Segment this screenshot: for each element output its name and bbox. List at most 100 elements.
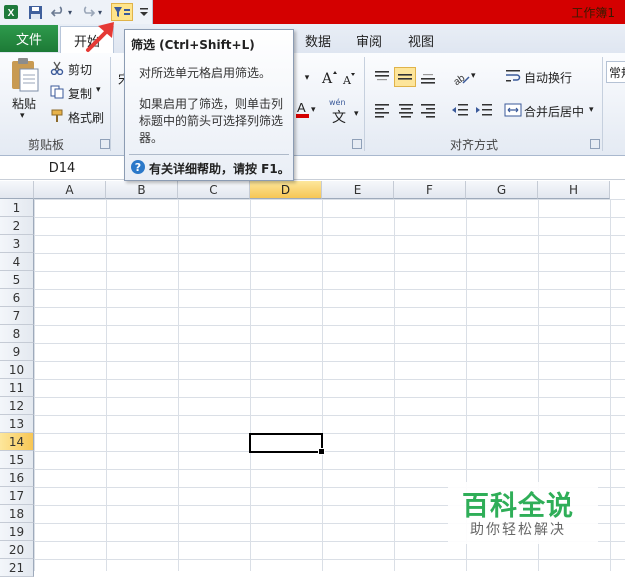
phonetic-dropdown-icon[interactable]: ▾	[354, 109, 359, 119]
tooltip-help-text: 有关详细帮助，请按 F1。	[149, 162, 290, 176]
watermark-title: 百科全说	[462, 491, 574, 522]
phonetic-char: 文	[332, 110, 346, 126]
red-arrow-icon	[86, 22, 114, 52]
font-color-dropdown-icon[interactable]: ▾	[311, 105, 316, 115]
svg-text:A: A	[297, 100, 306, 115]
row-header-16[interactable]: 16	[0, 469, 34, 487]
column-header-e[interactable]: E	[322, 181, 394, 199]
phonetic-icon[interactable]: wén 文	[328, 98, 354, 126]
row-header-8[interactable]: 8	[0, 325, 34, 343]
tab-review[interactable]: 审阅	[356, 31, 382, 50]
name-box[interactable]: D14	[0, 157, 125, 179]
number-format-label: 常规	[609, 66, 625, 80]
increase-indent-icon[interactable]	[474, 101, 494, 119]
excel-icon[interactable]: X	[2, 3, 20, 21]
ribbon: 粘贴 ▾ 剪切 复制 ▾ 格式刷 剪贴板 宋 ▾ A A A ▾ wén 文 ▾	[0, 53, 625, 156]
alignment-group-label: 对齐方式	[450, 138, 499, 152]
alignment-launcher-icon[interactable]	[590, 139, 600, 149]
row-header-20[interactable]: 20	[0, 541, 34, 559]
active-cell[interactable]	[249, 433, 325, 455]
row-header-4[interactable]: 4	[0, 253, 34, 271]
copy-dropdown-icon[interactable]: ▾	[96, 85, 101, 95]
format-painter-icon[interactable]	[50, 109, 64, 123]
help-icon: ?	[131, 160, 145, 174]
cut-button[interactable]: 剪切	[68, 61, 92, 78]
row-header-15[interactable]: 15	[0, 451, 34, 469]
decrease-indent-icon[interactable]	[450, 101, 470, 119]
orientation-icon[interactable]: ab	[450, 67, 472, 88]
row-header-11[interactable]: 11	[0, 379, 34, 397]
increase-font-icon[interactable]: A	[320, 68, 338, 87]
row-header-17[interactable]: 17	[0, 487, 34, 505]
filter-tooltip: 筛选 (Ctrl+Shift+L) 对所选单元格启用筛选。 如果启用了筛选，则单…	[124, 29, 294, 181]
column-header-a[interactable]: A	[34, 181, 106, 199]
row-header-14[interactable]: 14	[0, 433, 34, 451]
paste-icon[interactable]	[8, 57, 40, 93]
row-header-21[interactable]: 21	[0, 559, 34, 577]
row-header-10[interactable]: 10	[0, 361, 34, 379]
tab-data[interactable]: 数据	[305, 31, 331, 50]
merge-center-button[interactable]: 合并后居中	[524, 103, 584, 120]
copy-button[interactable]: 复制	[68, 85, 92, 102]
row-header-6[interactable]: 6	[0, 289, 34, 307]
align-top-icon[interactable]	[372, 67, 392, 87]
tooltip-description: 对所选单元格启用筛选。	[139, 66, 272, 80]
align-bottom-icon[interactable]	[418, 67, 438, 87]
undo-icon[interactable]	[50, 3, 66, 21]
row-header-9[interactable]: 9	[0, 343, 34, 361]
select-all-corner[interactable]	[0, 181, 34, 199]
column-header-d[interactable]: D	[250, 181, 322, 199]
merge-center-icon[interactable]	[504, 101, 522, 119]
scissors-icon[interactable]	[50, 61, 64, 76]
row-header-2[interactable]: 2	[0, 217, 34, 235]
font-launcher-icon[interactable]	[352, 139, 362, 149]
decrease-font-icon[interactable]: A	[341, 70, 357, 87]
row-header-13[interactable]: 13	[0, 415, 34, 433]
column-header-g[interactable]: G	[466, 181, 538, 199]
undo-dropdown-icon[interactable]: ▾	[66, 3, 74, 21]
row-header-3[interactable]: 3	[0, 235, 34, 253]
column-header-b[interactable]: B	[106, 181, 178, 199]
align-middle-icon[interactable]	[394, 67, 416, 87]
copy-icon[interactable]	[50, 85, 64, 99]
row-header-1[interactable]: 1	[0, 199, 34, 217]
tooltip-title: 筛选 (Ctrl+Shift+L)	[131, 38, 255, 52]
merge-dropdown-icon[interactable]: ▾	[589, 105, 594, 115]
row-header-18[interactable]: 18	[0, 505, 34, 523]
svg-text:ab: ab	[452, 72, 468, 87]
wrap-text-icon[interactable]	[504, 67, 522, 85]
svg-text:A: A	[321, 71, 333, 86]
quick-access-toolbar: X ▾ ▾	[0, 0, 153, 24]
column-header-f[interactable]: F	[394, 181, 466, 199]
tooltip-separator	[129, 154, 289, 155]
column-header-c[interactable]: C	[178, 181, 250, 199]
save-icon[interactable]	[26, 3, 44, 21]
wrap-text-button[interactable]: 自动换行	[524, 69, 572, 86]
format-painter-button[interactable]: 格式刷	[68, 109, 104, 126]
clipboard-launcher-icon[interactable]	[100, 139, 110, 149]
font-color-icon[interactable]: A	[296, 99, 310, 119]
group-separator	[364, 57, 365, 151]
row-header-12[interactable]: 12	[0, 397, 34, 415]
align-center-icon[interactable]	[396, 101, 416, 119]
number-format-box[interactable]: 常规	[606, 61, 625, 83]
paste-button[interactable]: 粘贴	[12, 95, 36, 112]
svg-text:X: X	[8, 8, 15, 19]
row-header-5[interactable]: 5	[0, 271, 34, 289]
row-header-19[interactable]: 19	[0, 523, 34, 541]
svg-text:A: A	[342, 74, 352, 86]
orientation-dropdown-icon[interactable]: ▾	[471, 71, 476, 81]
phonetic-label: wén	[329, 98, 346, 107]
customize-qat-icon[interactable]	[138, 3, 150, 21]
column-header-h[interactable]: H	[538, 181, 610, 199]
align-right-icon[interactable]	[418, 101, 438, 119]
align-left-icon[interactable]	[372, 101, 392, 119]
tab-file[interactable]: 文件	[0, 25, 58, 52]
watermark-logo: 百科全说 助你轻松解决	[448, 482, 598, 544]
watermark-subtitle: 助你轻松解决	[470, 522, 566, 538]
row-header-7[interactable]: 7	[0, 307, 34, 325]
font-size-dropdown-icon[interactable]: ▾	[300, 68, 314, 88]
tab-view[interactable]: 视图	[408, 31, 434, 50]
tooltip-body: 如果启用了筛选，则单击列标题中的箭头可选择列筛选器。	[139, 97, 284, 145]
paste-dropdown-icon[interactable]: ▾	[20, 111, 25, 121]
